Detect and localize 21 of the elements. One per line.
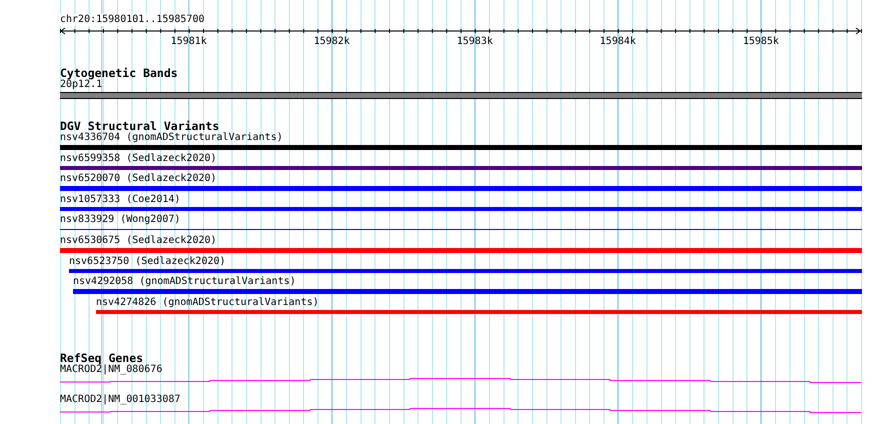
band-label: 20p12.1 bbox=[60, 79, 102, 91]
location-title: chr20:15980101..15985700 bbox=[60, 14, 204, 26]
track-title: DGV Structural Variants bbox=[60, 120, 220, 132]
tick-label: 15984k bbox=[600, 36, 636, 48]
variant-label: nsv833929 (Wong2007) bbox=[60, 214, 180, 226]
gene-label: MACROD2|NM_080676 bbox=[60, 364, 162, 376]
variant-label: nsv6520070 (Sedlazeck2020) bbox=[60, 173, 217, 186]
tick-label: 15985k bbox=[742, 36, 779, 48]
variant-label: nsv6530675 (Sedlazeck2020) bbox=[60, 235, 217, 248]
variant-label: nsv4292058 (gnomADStructuralVariants) bbox=[73, 276, 296, 288]
variant-label: nsv4336704 (gnomADStructuralVariants) bbox=[60, 132, 283, 144]
track-title: RefSeq Genes bbox=[60, 352, 144, 364]
variant-label: nsv6523750 (Sedlazeck2020) bbox=[69, 256, 226, 268]
tick-label: 15982k bbox=[314, 36, 350, 48]
tick-label: 15981k bbox=[170, 36, 207, 48]
variant-label: nsv6599358 (Sedlazeck2020) bbox=[60, 152, 217, 165]
variant-label: nsv1057333 (Coe2014) bbox=[60, 194, 180, 206]
gene-label: MACROD2|NM_001033087 bbox=[60, 394, 180, 406]
tick-label: 15983k bbox=[456, 36, 493, 48]
track-title: Cytogenetic Bands bbox=[60, 67, 178, 79]
variant-label: nsv4274826 (gnomADStructuralVariants) bbox=[96, 296, 319, 309]
